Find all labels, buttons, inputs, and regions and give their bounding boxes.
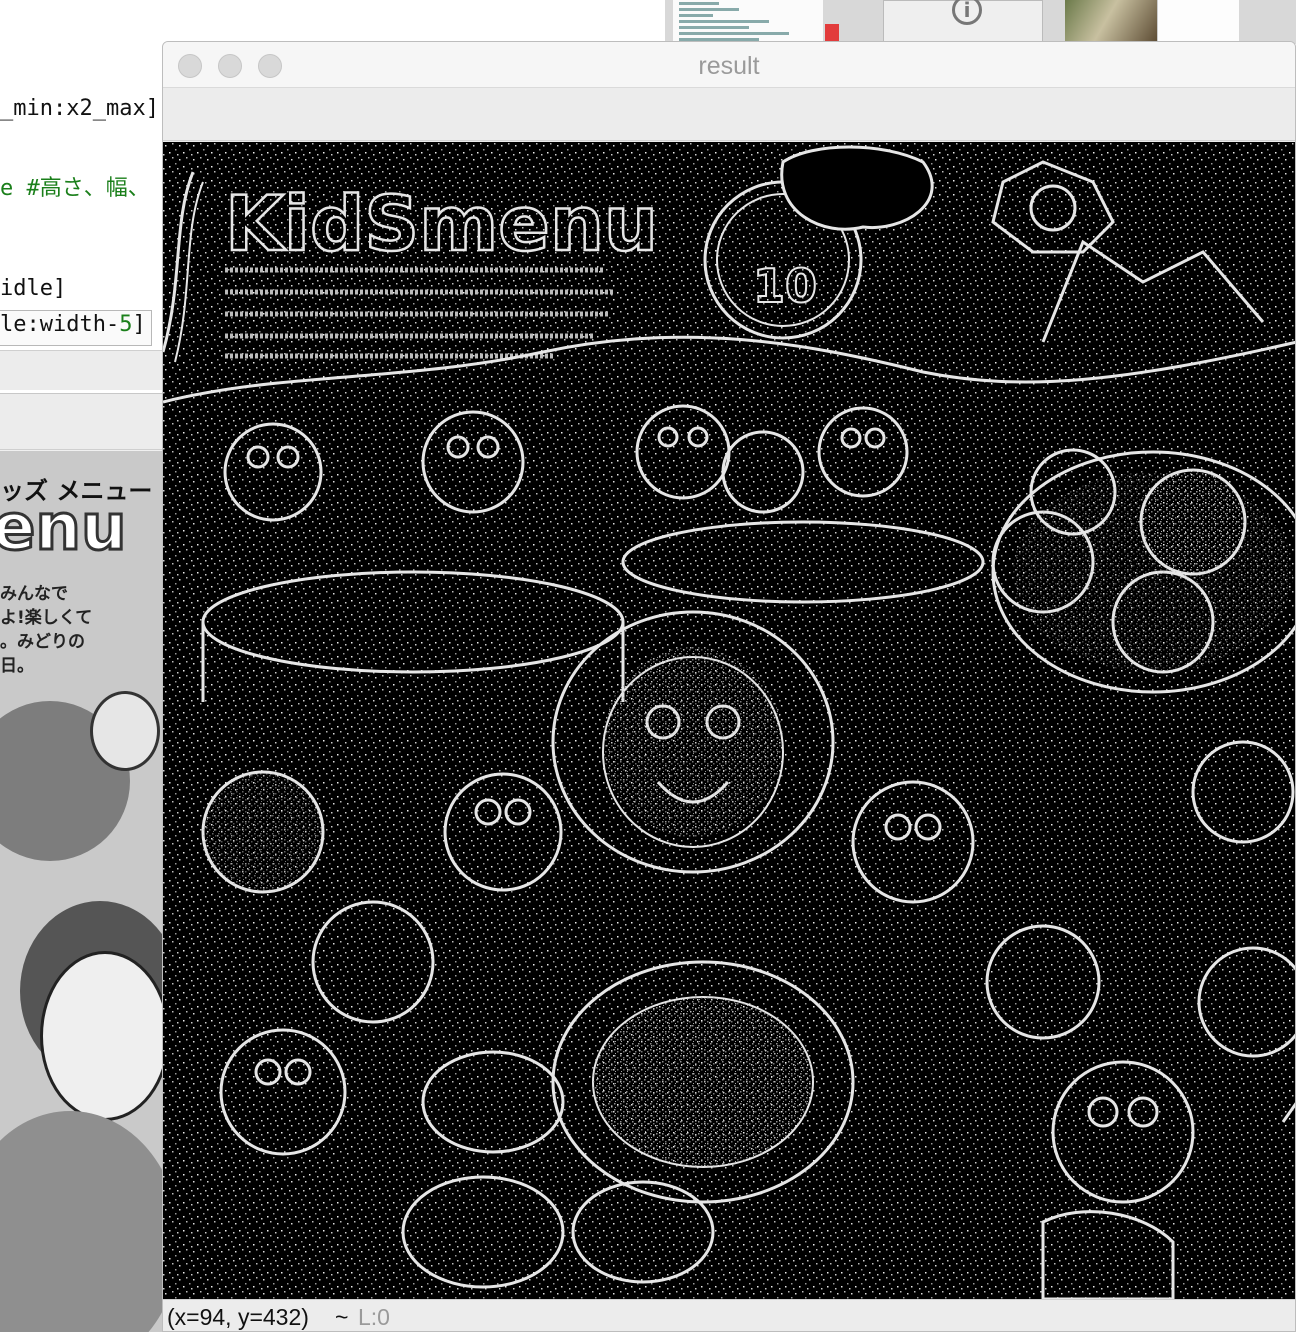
code-line: _min:x2_max] xyxy=(0,96,159,121)
preview-image: ッズ メニュー enu みんなで よ!楽しくて 。みどりの 日。 xyxy=(0,451,170,1332)
background-windows-strip: i xyxy=(665,0,1296,44)
preview-text-line: 。みどりの xyxy=(0,632,85,652)
preview-text-line: よ!楽しくて xyxy=(0,608,93,628)
code-text: le:width- xyxy=(0,312,120,337)
window-title-bar[interactable]: result xyxy=(163,42,1295,88)
preview-figure xyxy=(0,1111,170,1332)
status-separator: ~ xyxy=(335,1304,349,1330)
code-line: idle] xyxy=(0,276,67,301)
preview-text-line: みんなで xyxy=(0,584,68,604)
code-text: ] xyxy=(132,312,146,337)
thumbnail-document-window[interactable] xyxy=(1157,0,1239,44)
preview-window[interactable]: ッズ メニュー enu みんなで よ!楽しくて 。みどりの 日。 xyxy=(0,393,170,1332)
preview-face xyxy=(90,691,160,771)
edge-detected-image: KidSmenu 10 xyxy=(163,142,1295,1299)
info-icon: i xyxy=(952,0,982,25)
preview-menu-title: enu xyxy=(0,490,128,567)
cursor-coordinates: (x=94, y=432) xyxy=(167,1304,309,1330)
window-title: result xyxy=(698,52,760,80)
image-canvas[interactable]: KidSmenu 10 xyxy=(163,142,1295,1299)
code-line-current[interactable]: le:width-5] xyxy=(0,312,146,337)
preview-title-bar[interactable] xyxy=(0,394,170,450)
thumbnail-info-window[interactable]: i xyxy=(883,0,1043,44)
code-line-comment: e #高さ、幅、 xyxy=(0,176,150,201)
thumbnail-red-marker xyxy=(825,24,839,42)
pixel-level-value: L:0 xyxy=(358,1304,390,1330)
window-toolbar xyxy=(163,89,1295,141)
editor-footer xyxy=(0,350,170,390)
code-editor-window: _min:x2_max] e #高さ、幅、 idle] le:width-5] xyxy=(0,0,170,390)
status-bar: (x=94, y=432) ~ L:0 xyxy=(163,1299,1295,1331)
thumbnail-photo-window[interactable] xyxy=(1065,0,1157,44)
preview-face xyxy=(40,951,170,1121)
preview-text-line: 日。 xyxy=(0,656,34,676)
image-title: KidSmenu xyxy=(225,179,658,268)
code-number: 5 xyxy=(119,312,133,337)
image-badge: 10 xyxy=(753,259,817,313)
thumbnail-code-window[interactable] xyxy=(673,0,823,44)
result-window[interactable]: result KidSmenu 10 (x=94, y=432) ~ L:0 xyxy=(162,41,1296,1332)
